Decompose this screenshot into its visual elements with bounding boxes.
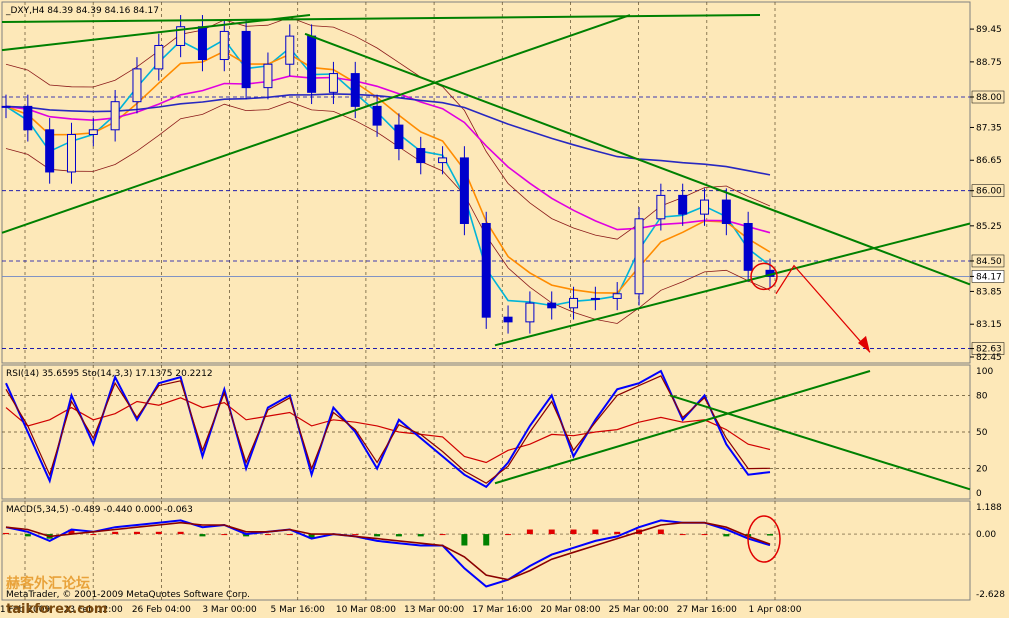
macd-histogram-bar: [548, 529, 555, 535]
price-panel-title: _DXY,H4 84.39 84.39 84.16 84.17: [5, 6, 159, 16]
candle-body: [721, 199, 731, 224]
candle-body: [481, 222, 491, 318]
macd-histogram-bar: [90, 534, 97, 536]
candle-body: [590, 297, 600, 300]
macd-histogram-bar: [483, 534, 490, 546]
price-tick-label: 82.45: [976, 353, 1002, 363]
macd-histogram-bar: [112, 531, 119, 535]
time-tick-label: 20 Mar 08:00: [540, 605, 600, 615]
candle-body: [197, 26, 207, 61]
macd-histogram-bar: [133, 531, 140, 535]
candle-body: [372, 105, 382, 126]
rsi-panel-title: RSI(14) 35.6595 Sto(14,3,3) 17.1375 20.2…: [6, 369, 213, 379]
price-tick-label: 88.75: [976, 58, 1002, 68]
trading-chart: 89.45 88.75 88.00 87.35 86.65 86.00 85.25 84.50…: [0, 0, 1009, 618]
watermark-copyright: MetaTrader, © 2001-2009 MetaQuotes Softw…: [6, 590, 250, 600]
candle-body: [45, 129, 55, 173]
candle-body: [394, 124, 404, 150]
candle-body: [438, 157, 448, 164]
rsi-tick-label: 50: [976, 428, 988, 438]
macd-histogram-bar: [199, 534, 206, 537]
macd-histogram-bar: [505, 534, 512, 536]
time-tick-label: 26 Feb 04:00: [132, 605, 191, 615]
time-tick-label: 3 Mar 00:00: [202, 605, 257, 615]
candle-body: [612, 293, 622, 299]
candle-body: [1, 105, 11, 108]
rsi-tick-label: 100: [976, 367, 993, 377]
price-tick-label: 84.50: [976, 257, 1002, 267]
price-tick-label: 86.65: [976, 156, 1002, 166]
time-tick-label: 10 Mar 08:00: [336, 605, 396, 615]
macd-histogram-bar: [264, 534, 271, 536]
macd-histogram-bar: [286, 534, 293, 536]
candle-body: [23, 105, 33, 131]
macd-histogram-bar: [177, 531, 184, 535]
time-tick-label: 17 Mar 16:00: [472, 605, 532, 615]
macd-tick-label: 0.00: [976, 530, 996, 540]
macd-histogram-bar: [221, 534, 228, 536]
macd-histogram-bar: [374, 534, 381, 537]
candle-body: [416, 148, 426, 164]
macd-histogram-bar: [417, 534, 424, 537]
candle-body: [285, 35, 295, 65]
macd-histogram-bar: [3, 532, 9, 535]
candle-body: [132, 68, 142, 103]
candle-body: [263, 63, 273, 89]
candle-body: [525, 302, 535, 323]
macd-histogram-bar: [439, 534, 446, 536]
macd-histogram-bar: [155, 531, 162, 535]
macd-histogram-bar: [395, 534, 402, 537]
candle-body: [328, 73, 338, 93]
macd-tick-label: 1.188: [976, 503, 1002, 513]
price-tick-label: 87.35: [976, 123, 1002, 133]
macd-histogram-bar: [701, 534, 708, 536]
macd-tick-label: -2.628: [976, 590, 1005, 600]
time-tick-label: 25 Mar 00:00: [609, 605, 669, 615]
price-tick-label: 86.00: [976, 187, 1002, 197]
candle-body: [459, 157, 469, 224]
price-tick-label: 85.25: [976, 222, 1002, 232]
macd-histogram-bar: [24, 534, 31, 537]
rsi-tick-label: 0: [976, 489, 982, 499]
candle-body: [219, 30, 229, 61]
rsi-tick-label: 20: [976, 465, 988, 475]
macd-histogram-bar: [767, 534, 773, 536]
price-tick-label: 83.15: [976, 320, 1002, 330]
price-tick-label: 84.17: [976, 272, 1002, 282]
rsi-tick-label: 80: [976, 391, 988, 401]
candle-body: [66, 133, 76, 173]
macd-histogram-bar: [614, 531, 621, 535]
macd-histogram-bar: [592, 529, 599, 535]
macd-histogram-bar: [723, 534, 730, 537]
price-tick-label: 83.85: [976, 287, 1002, 297]
candle-body: [634, 218, 644, 295]
candle-body: [569, 297, 579, 309]
macd-histogram-bar: [657, 529, 664, 535]
macd-histogram-bar: [461, 534, 468, 546]
macd-histogram-bar: [352, 534, 359, 536]
price-tick-label: 89.45: [976, 25, 1002, 35]
macd-histogram-bar: [679, 534, 686, 536]
macd-histogram-bar: [570, 529, 577, 535]
candle-body: [678, 194, 688, 215]
time-tick-label: 5 Mar 16:00: [271, 605, 326, 615]
time-tick-label: 27 Mar 16:00: [677, 605, 737, 615]
time-tick-label: 13 Mar 00:00: [404, 605, 464, 615]
macd-panel-title: MACD(5,34,5) -0.489 -0.440 0.000 -0.063: [6, 505, 193, 515]
price-tick-label: 88.00: [976, 93, 1002, 103]
candle-body: [656, 194, 666, 220]
candle-body: [743, 222, 753, 271]
candle-body: [241, 30, 251, 89]
candle-body: [547, 302, 557, 309]
candle-body: [110, 101, 120, 131]
candle-body: [88, 129, 98, 135]
candle-body: [154, 44, 164, 70]
candle-body: [503, 316, 513, 323]
macd-histogram-bar: [526, 529, 533, 535]
candle-body: [307, 35, 317, 93]
candle-body: [350, 73, 360, 107]
time-tick-label: 1 Apr 08:00: [749, 605, 802, 615]
candle-body: [700, 199, 710, 215]
watermark-en: taikforex.com: [6, 602, 107, 617]
